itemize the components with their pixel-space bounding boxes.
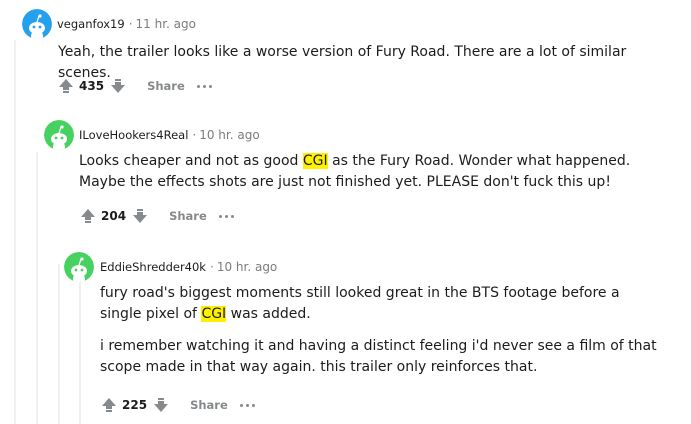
comment-body: fury road's biggest moments still looked…: [100, 283, 660, 378]
vote-score: 435: [79, 79, 105, 93]
comment-paragraph: fury road's biggest moments still looked…: [100, 283, 660, 325]
snoo-avatar-icon: [22, 9, 52, 39]
vote-score: 225: [122, 398, 148, 412]
thread-line[interactable]: [36, 152, 38, 424]
vote-score: 204: [101, 209, 127, 223]
snoo-avatar-icon: [64, 252, 94, 282]
downvote-button[interactable]: [130, 206, 150, 226]
comment-meta: veganfox19 · 11 hr. ago: [57, 16, 196, 32]
username[interactable]: EddieShredder40k: [100, 260, 206, 274]
downvote-arrow-icon: [154, 398, 169, 412]
more-options-icon[interactable]: [239, 403, 255, 407]
comment-paragraph: i remember watching it and having a dist…: [100, 336, 660, 378]
username[interactable]: ILoveHookers4Real: [79, 128, 188, 142]
upvote-arrow-icon: [81, 209, 95, 223]
share-button[interactable]: Share: [169, 209, 207, 223]
downvote-button[interactable]: [108, 76, 128, 96]
avatar[interactable]: [64, 252, 94, 282]
search-highlight: CGI: [201, 306, 227, 322]
text-run: Looks cheaper and not as good: [79, 153, 303, 169]
separator: ·: [192, 128, 197, 142]
separator: ·: [128, 17, 133, 31]
downvote-arrow-icon: [111, 79, 126, 93]
comment-actions: 225 Share: [99, 395, 255, 415]
more-options-icon[interactable]: [196, 84, 212, 88]
upvote-arrow-icon: [102, 398, 116, 412]
thread-line[interactable]: [58, 264, 60, 424]
comment-body: Looks cheaper and not as good CGI as the…: [79, 151, 671, 193]
upvote-arrow-icon: [59, 79, 73, 93]
text-run: was added.: [226, 306, 311, 322]
comment-meta: EddieShredder40k · 10 hr. ago: [100, 259, 277, 275]
timestamp[interactable]: 10 hr. ago: [217, 260, 277, 274]
thread-line[interactable]: [79, 281, 81, 424]
comment-actions: 204 Share: [78, 206, 234, 226]
username[interactable]: veganfox19: [57, 17, 125, 31]
upvote-button[interactable]: [56, 76, 76, 96]
timestamp[interactable]: 11 hr. ago: [136, 17, 196, 31]
separator: ·: [209, 260, 214, 274]
upvote-button[interactable]: [78, 206, 98, 226]
text-run: i remember watching it and having a dist…: [100, 338, 657, 375]
search-highlight: CGI: [302, 153, 328, 169]
more-options-icon[interactable]: [218, 214, 234, 218]
comment-meta: ILoveHookers4Real · 10 hr. ago: [79, 127, 260, 143]
comment-paragraph: Looks cheaper and not as good CGI as the…: [79, 151, 671, 193]
downvote-arrow-icon: [133, 209, 148, 223]
thread-line[interactable]: [14, 40, 16, 424]
comment-actions: 435 Share: [56, 76, 212, 96]
avatar[interactable]: [22, 9, 52, 39]
avatar[interactable]: [44, 120, 74, 150]
timestamp[interactable]: 10 hr. ago: [199, 128, 259, 142]
upvote-button[interactable]: [99, 395, 119, 415]
share-button[interactable]: Share: [147, 79, 185, 93]
share-button[interactable]: Share: [190, 398, 228, 412]
downvote-button[interactable]: [151, 395, 171, 415]
text-run: fury road's biggest moments still looked…: [100, 285, 620, 322]
snoo-avatar-icon: [44, 120, 74, 150]
